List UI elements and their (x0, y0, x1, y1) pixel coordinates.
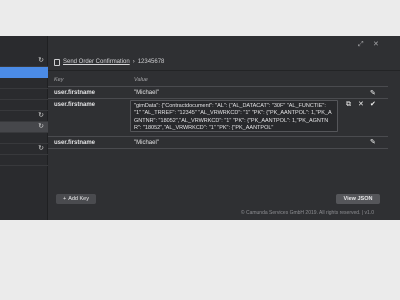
sidebar-item[interactable] (0, 133, 48, 144)
pencil-icon[interactable]: ✎ (370, 90, 376, 98)
main-panel: ↻ ↻ ↻ ↻ ⤢ ✕ Send Order Confirmation › 12… (0, 36, 400, 220)
sidebar-item[interactable]: ↻ (0, 56, 48, 67)
view-json-button[interactable]: View JSON (336, 194, 380, 204)
sidebar-item[interactable] (0, 89, 48, 100)
sidebar-item-hover[interactable]: ↻ (0, 122, 48, 133)
maximize-icon[interactable]: ⤢ (358, 41, 364, 49)
add-key-label: Add Key (68, 196, 89, 202)
close-icon[interactable]: ✕ (358, 101, 364, 109)
document-icon (54, 58, 60, 66)
refresh-icon[interactable]: ↻ (38, 122, 44, 132)
add-key-button[interactable]: + Add Key (56, 194, 96, 204)
sidebar-item[interactable] (0, 155, 48, 166)
sidebar-item[interactable] (0, 100, 48, 111)
divider (48, 70, 400, 71)
sidebar-item[interactable]: ↻ (0, 111, 48, 122)
row-value[interactable]: "Michael" (134, 90, 159, 96)
top-bar: ⤢ ✕ (48, 36, 400, 54)
divider (48, 148, 388, 149)
check-icon[interactable]: ✔ (370, 101, 376, 109)
value-editor[interactable]: "gimData": {"Contractdocument": "AL": {"… (130, 100, 338, 132)
refresh-icon[interactable]: ↻ (38, 56, 44, 66)
breadcrumb-link[interactable]: Send Order Confirmation (63, 59, 130, 65)
row-key: user.firstname (54, 140, 96, 146)
refresh-icon[interactable]: ↻ (38, 144, 44, 154)
divider (48, 136, 388, 137)
pencil-icon[interactable]: ✎ (370, 139, 376, 147)
copy-icon[interactable]: ⧉ (346, 101, 351, 109)
row-key: user.firstname (54, 90, 96, 96)
refresh-icon[interactable]: ↻ (38, 111, 44, 121)
row-key: user.firstname (54, 102, 96, 108)
breadcrumb: Send Order Confirmation › 12345678 (54, 57, 164, 67)
sidebar: ↻ ↻ ↻ ↻ (0, 36, 48, 220)
footer-copyright: © Camunda Services GmbH 2019. All rights… (240, 210, 374, 216)
sidebar-item[interactable]: ↻ (0, 144, 48, 155)
sidebar-item[interactable] (0, 78, 48, 89)
row-value[interactable]: "Michael" (134, 140, 159, 146)
sidebar-item-selected[interactable] (0, 67, 48, 78)
plus-icon: + (62, 196, 67, 202)
divider (48, 86, 388, 87)
column-header-key: Key (54, 77, 64, 83)
breadcrumb-separator: › (132, 59, 135, 65)
close-window-icon[interactable]: ✕ (373, 41, 379, 49)
breadcrumb-current: 12345678 (137, 59, 165, 65)
column-header-value: Value (134, 77, 148, 83)
divider (48, 98, 388, 99)
